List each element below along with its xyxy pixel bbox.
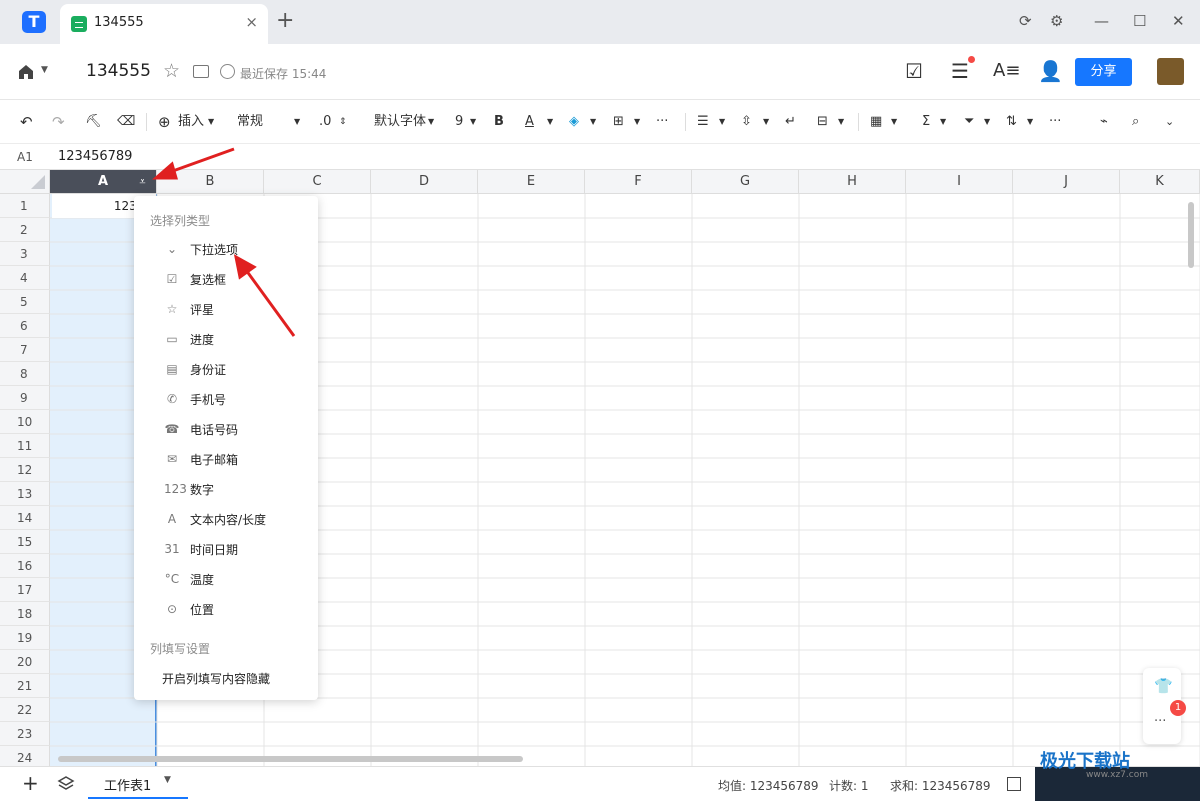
shirt-icon[interactable]: 👕 [1154, 677, 1173, 695]
arrow-to-dropdown-option [233, 254, 296, 337]
stat-sum: 求和: 123456789 [890, 779, 991, 793]
notification-badge: 1 [1170, 700, 1186, 716]
watermark-url: www.xz7.com [1086, 770, 1148, 780]
add-sheet-button[interactable]: + [22, 773, 39, 793]
sheet-tab-label: 工作表1 [104, 779, 152, 794]
layers-icon[interactable] [57, 775, 75, 793]
chevron-down-icon[interactable]: ▼ [164, 775, 171, 785]
stat-count: 计数: 1 [829, 779, 869, 793]
view-mode-icon[interactable] [1007, 777, 1021, 791]
status-bar: + 工作表1 ▼ 均值: 123456789 计数: 1 求和: 1234567… [0, 766, 1200, 801]
arrow-to-column-icon [152, 147, 235, 180]
sheet-tab[interactable]: 工作表1 ▼ [88, 767, 188, 799]
stat-average: 均值: 123456789 [718, 779, 819, 793]
more-icon[interactable]: ··· [1154, 714, 1166, 729]
annotation-arrows [152, 147, 296, 337]
